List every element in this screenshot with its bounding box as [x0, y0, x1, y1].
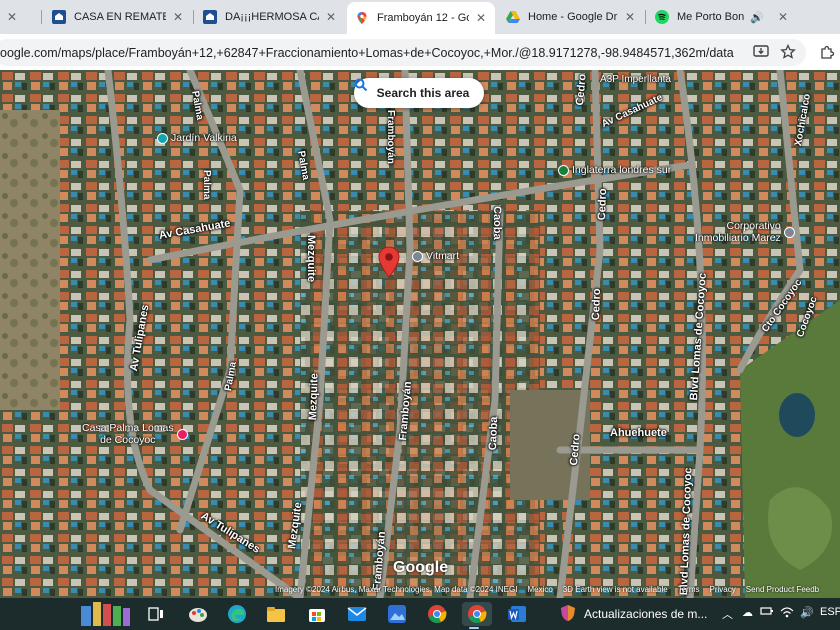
poi-casa-palma-lomas[interactable]: Casa Palma Lomas de Cocoyoc — [82, 422, 188, 446]
satellite-imagery — [0, 70, 840, 598]
tab-title: Home - Google Drive — [528, 11, 618, 23]
tab-divider — [193, 10, 194, 24]
house-listing-icon — [203, 10, 217, 24]
close-icon[interactable]: ✕ — [622, 9, 638, 25]
attribution-country: Mexico — [527, 585, 553, 594]
google-maps-pin-icon — [355, 11, 369, 25]
update-shield-icon — [560, 604, 576, 625]
close-icon[interactable]: ✕ — [170, 9, 186, 25]
lodging-pin-icon — [176, 428, 188, 440]
poi-label: A3P Imperllanta — [600, 74, 671, 85]
tab-title: Me Porto Bonito — [677, 11, 745, 23]
tab-title: Framboyán 12 - Goo — [377, 12, 469, 24]
tab-title: CASA EN REMATE FRA — [74, 11, 166, 23]
battery-icon[interactable] — [760, 606, 774, 619]
address-bar[interactable]: oogle.com/maps/place/Framboyán+12,+62847… — [0, 39, 806, 66]
road-label-framboyan: Framboyán — [385, 110, 396, 164]
close-icon[interactable]: ✕ — [4, 9, 20, 25]
onedrive-icon[interactable]: ☁ — [742, 606, 753, 619]
road-label-palma: Palma — [201, 170, 212, 200]
park-pin-icon — [157, 132, 168, 144]
install-app-icon[interactable] — [752, 43, 770, 61]
poi-inglaterra-londres-sur[interactable]: Inglaterra londres sur — [558, 164, 671, 176]
road-label-mezquite: Mezquite — [305, 235, 317, 283]
file-explorer-icon[interactable] — [264, 602, 288, 626]
tab-me-porto-bonito[interactable]: Me Porto Bonito 🔊 ✕ — [647, 4, 797, 30]
tab-divider — [645, 10, 646, 24]
privacy-link[interactable]: Privacy — [710, 585, 736, 598]
poi-label: Vitmart — [426, 250, 460, 262]
search-this-area-label: Search this area — [376, 86, 470, 100]
poi-label: Corporativo Inmobiliario Marez — [695, 220, 781, 244]
house-listing-icon — [52, 10, 66, 24]
poi-a3p-imperllanta[interactable]: A3P Imperllanta — [600, 74, 671, 85]
tab-divider — [41, 10, 42, 24]
photos-icon[interactable] — [385, 602, 409, 626]
poi-jardin-valkiria[interactable]: Jardín Valkiria — [157, 132, 237, 144]
google-logo: Google — [393, 559, 449, 576]
extensions-puzzle-icon[interactable] — [818, 43, 836, 61]
close-icon[interactable]: ✕ — [775, 9, 791, 25]
browser-tab-strip: ✕ CASA EN REMATE FRA ✕ DA¡¡¡HERMOSA CASA… — [0, 0, 840, 34]
close-icon[interactable]: ✕ — [323, 9, 339, 25]
road-label-cedro: Cedro — [590, 288, 604, 321]
road-label-ahuehuete: Ahuehuete — [610, 427, 667, 439]
attribution-text: Imagery ©2024 Airbus, Maxar Technologies… — [275, 585, 518, 594]
place-pin-icon — [558, 164, 569, 176]
tab-framboyan-maps[interactable]: Framboyán 12 - Goo ✕ — [347, 2, 495, 34]
store-pin-icon — [412, 250, 423, 262]
microsoft-store-icon[interactable] — [305, 602, 329, 626]
feedback-link[interactable]: Send Product Feedb — [746, 585, 819, 598]
file-explorer-widget-icon[interactable] — [72, 600, 134, 628]
google-drive-icon — [506, 10, 520, 24]
volume-icon[interactable]: 🔊 — [800, 606, 814, 619]
speaker-icon[interactable]: 🔊 — [749, 9, 765, 25]
road-label-cedro: Cedro — [596, 188, 610, 221]
browser-toolbar: oogle.com/maps/place/Framboyán+12,+62847… — [0, 34, 840, 70]
poi-label: Casa Palma Lomas de Cocoyoc — [82, 422, 174, 446]
tab-title: DA¡¡¡HERMOSA CASA — [225, 11, 319, 23]
map-attribution-bar: Imagery ©2024 Airbus, Maxar Technologies… — [275, 585, 840, 598]
chrome-active-icon[interactable] — [462, 602, 492, 629]
tab-hermosa-casa[interactable]: DA¡¡¡HERMOSA CASA ✕ — [195, 4, 345, 30]
satellite-map[interactable]: Search this area Av Casahuate Av Casahua… — [0, 70, 840, 598]
search-this-area-button[interactable]: Search this area — [354, 78, 484, 108]
word-icon[interactable] — [505, 602, 529, 626]
tab-casa-en-remate[interactable]: CASA EN REMATE FRA ✕ — [44, 4, 192, 30]
road-label-caoba: Caoba — [487, 416, 501, 451]
mail-icon[interactable] — [345, 602, 369, 626]
spotify-icon — [655, 10, 669, 24]
bookmark-star-icon[interactable] — [779, 43, 797, 61]
poi-corporativo-inmobiliario-marez[interactable]: Corporativo Inmobiliario Marez — [695, 220, 795, 244]
url-text[interactable]: oogle.com/maps/place/Framboyán+12,+62847… — [0, 46, 734, 60]
chevron-up-icon[interactable]: ︿ — [722, 606, 733, 622]
tab-google-drive[interactable]: Home - Google Drive ✕ — [498, 4, 644, 30]
update-notification[interactable]: Actualizaciones de m... — [560, 604, 707, 624]
windows-taskbar: Actualizaciones de m... ︿ ☁ 🔊 ESP — [0, 598, 840, 630]
road-label-caoba: Caoba — [491, 206, 503, 240]
poi-label: Jardín Valkiria — [171, 132, 237, 144]
road-label-mezquite: Mezquite — [307, 372, 321, 421]
update-notification-text: Actualizaciones de m... — [584, 607, 708, 621]
close-icon[interactable]: ✕ — [473, 10, 489, 26]
chrome-icon[interactable] — [425, 602, 449, 626]
wifi-icon[interactable] — [780, 606, 794, 621]
paint-icon[interactable] — [186, 602, 210, 626]
language-indicator[interactable]: ESP — [820, 606, 840, 618]
poi-label: Inglaterra londres sur — [572, 164, 672, 176]
terms-link[interactable]: Terms — [678, 585, 700, 598]
edge-browser-icon[interactable] — [225, 602, 249, 626]
task-view-icon[interactable] — [144, 602, 168, 626]
poi-vitmart[interactable]: Vitmart — [412, 250, 459, 262]
business-pin-icon — [783, 226, 795, 238]
earth-view-note: 3D Earth view is not available — [562, 585, 668, 594]
